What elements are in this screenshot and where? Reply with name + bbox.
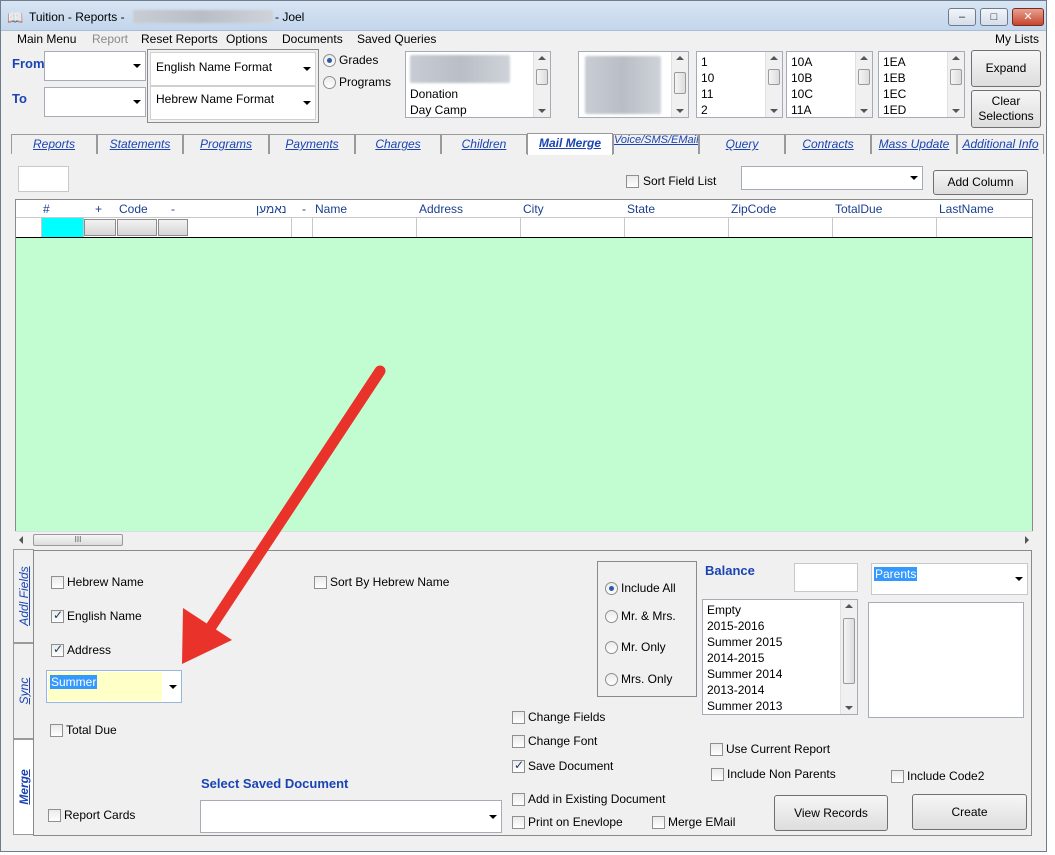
arrow-shaft — [199, 365, 386, 642]
annotation-arrow — [182, 365, 386, 664]
